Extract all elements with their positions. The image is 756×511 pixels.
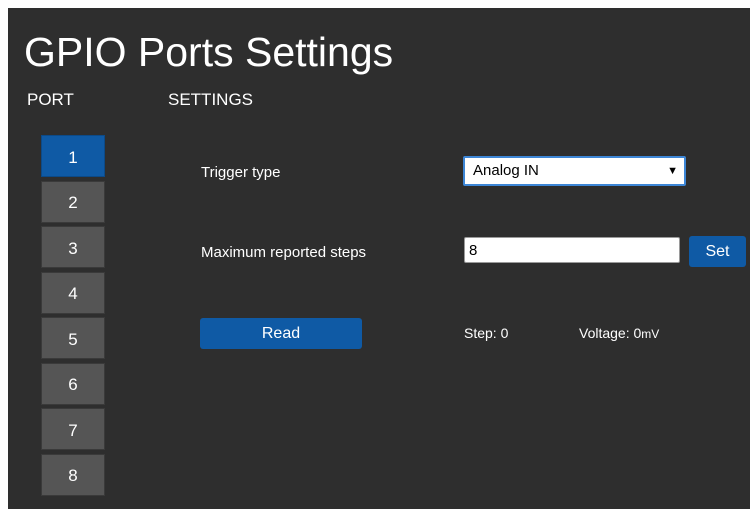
step-label: Step: [464,325,497,341]
port-button-3[interactable]: 3 [41,226,105,268]
settings-column-heading: SETTINGS [168,90,254,109]
trigger-type-label: Trigger type [201,164,281,181]
port-button-4[interactable]: 4 [41,271,105,314]
trigger-type-select[interactable]: Analog IN ▼ [463,156,686,186]
port-button-1[interactable]: 1 [41,135,105,177]
step-value: 0 [500,325,509,341]
port-column-heading: PORT [27,90,74,109]
port-button-7[interactable]: 7 [41,408,105,450]
gpio-settings-panel: GPIO Ports Settings PORT SETTINGS 1 2 3 … [8,8,750,509]
step-readout: Step: 0 [464,325,508,342]
voltage-unit: mV [641,327,660,341]
voltage-label: Voltage: [579,325,630,341]
max-steps-input[interactable] [464,237,680,263]
max-steps-label: Maximum reported steps [201,244,367,261]
port-button-8[interactable]: 8 [41,453,105,496]
port-button-2[interactable]: 2 [41,180,105,223]
dropdown-arrow-icon: ▼ [667,165,678,177]
read-button[interactable]: Read [200,318,362,349]
set-button[interactable]: Set [689,236,746,267]
port-button-6[interactable]: 6 [41,362,105,405]
port-list: 1 2 3 4 5 6 7 8 [41,135,107,499]
trigger-type-value: Analog IN [473,162,539,179]
page-title: GPIO Ports Settings [24,29,394,75]
port-button-5[interactable]: 5 [41,317,105,359]
voltage-readout: Voltage: 0mV [579,325,659,343]
